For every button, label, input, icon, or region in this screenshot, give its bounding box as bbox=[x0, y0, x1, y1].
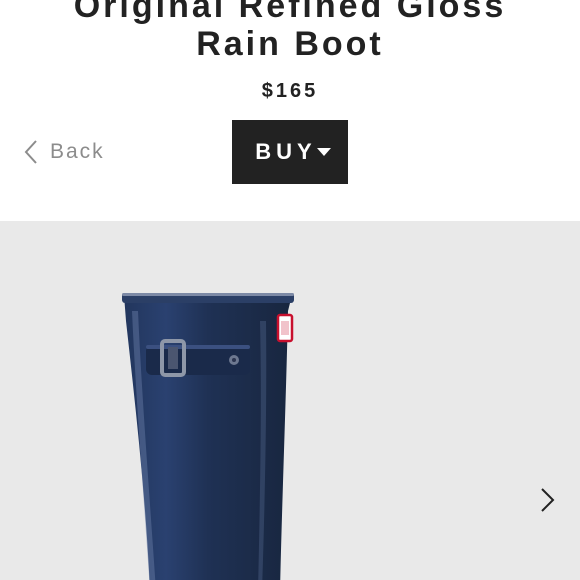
chevron-right-icon[interactable] bbox=[536, 485, 560, 515]
rain-boot-image bbox=[122, 293, 294, 580]
product-price: $165 bbox=[261, 80, 319, 102]
buy-label: BUY bbox=[255, 139, 317, 164]
product-title-line-1: Original Refined Gloss bbox=[73, 0, 507, 25]
chevron-left-icon bbox=[24, 140, 37, 164]
product-page: Original Refined Gloss Rain Boot $165 Ba… bbox=[0, 0, 580, 580]
back-link[interactable]: Back bbox=[22, 136, 105, 168]
back-label: Back bbox=[50, 140, 105, 163]
product-title-line-2: Rain Boot bbox=[196, 25, 384, 63]
product-image-gallery bbox=[0, 221, 580, 580]
buy-button[interactable]: BUY bbox=[232, 120, 348, 184]
caret-down-icon bbox=[316, 148, 331, 156]
